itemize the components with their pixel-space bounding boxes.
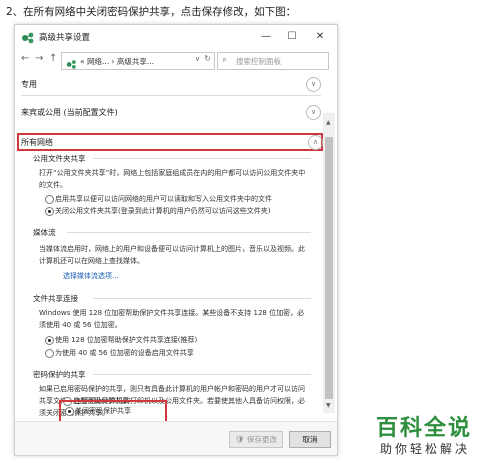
group-description: Windows 使用 128 位加密帮助保护文件共享连接。某些设备不支持 128… xyxy=(39,309,305,329)
option-label: 启用共享以便可以访问网络的用户可以读取和写入公用文件夹中的文件 xyxy=(55,195,272,203)
watermark-logo: 百科全说 助你轻松解决 xyxy=(376,410,494,464)
option-label: 关闭密码保护共享 xyxy=(75,407,131,415)
group-heading: 文件共享连接 xyxy=(33,294,78,303)
close-button[interactable]: ✕ xyxy=(309,29,331,45)
radio-40-56bit[interactable] xyxy=(45,349,54,358)
network-icon xyxy=(66,55,77,74)
group-description: 当媒体流启用时，网络上的用户和设备便可以访问计算机上的图片，音乐以及视频。此计算… xyxy=(39,245,305,265)
divider xyxy=(93,298,311,299)
group-heading: 媒体流 xyxy=(33,228,56,237)
maximize-button[interactable]: ☐ xyxy=(281,29,303,45)
section-all-networks[interactable]: 所有网络 ∧ xyxy=(17,133,323,151)
scroll-up-icon[interactable]: ▲ xyxy=(326,119,331,126)
section-label: 专用 xyxy=(21,80,37,89)
address-bar[interactable]: « 网络... › 高级共享... ∨ ↻ xyxy=(61,52,215,70)
breadcrumb[interactable]: « 网络... › 高级共享... xyxy=(80,56,154,67)
title-bar: 高级共享设置 — ☐ ✕ xyxy=(15,25,337,49)
scrollbar-thumb[interactable] xyxy=(325,137,333,399)
section-label: 来宾或公用 (当前配置文件) xyxy=(21,108,118,117)
vertical-scrollbar[interactable]: ▲ ▼ xyxy=(323,113,335,413)
section-label: 所有网络 xyxy=(21,138,53,147)
scroll-down-icon[interactable]: ▼ xyxy=(326,402,331,409)
radio-public-disable[interactable] xyxy=(45,207,54,216)
option-label: 关闭公用文件夹共享(登录到此计算机的用户仍然可以访问这些文件夹) xyxy=(55,207,271,215)
settings-content: 专用 ∨ 来宾或公用 (当前配置文件) ∨ 所有网络 ∧ 公用文件夹共享 打开“… xyxy=(15,73,337,417)
address-row: ← → ↑ « 网络... › 高级共享... ∨ ↻ ⌕ 搜索控制面板 xyxy=(15,50,337,72)
dialog-footer: 🛡 保存更改 取消 xyxy=(15,421,337,455)
chevron-down-icon[interactable]: ∨ xyxy=(306,77,321,92)
chevron-down-icon[interactable]: ∨ xyxy=(195,55,200,63)
chevron-up-icon[interactable]: ∧ xyxy=(308,135,323,150)
cancel-button[interactable]: 取消 xyxy=(289,431,331,448)
section-private[interactable]: 专用 ∨ xyxy=(17,75,321,93)
section-guest-public[interactable]: 来宾或公用 (当前配置文件) ∨ xyxy=(17,103,321,121)
watermark-title: 百科全说 xyxy=(376,416,473,441)
search-box[interactable]: ⌕ 搜索控制面板 xyxy=(217,52,329,70)
group-description: 打开“公用文件夹共享”时，网络上包括家庭组成员在内的用户都可以访问公用文件夹中的… xyxy=(39,169,306,189)
network-icon xyxy=(21,30,35,44)
radio-128bit[interactable] xyxy=(45,336,54,345)
shield-icon: 🛡 xyxy=(235,435,245,444)
media-streaming-options-link[interactable]: 选择媒体流选项... xyxy=(63,271,119,281)
minimize-button[interactable]: — xyxy=(255,29,277,45)
watermark-subtitle: 助你轻松解决 xyxy=(380,442,471,456)
save-changes-button[interactable]: 🛡 保存更改 xyxy=(229,431,283,448)
divider xyxy=(93,158,311,159)
option-label: 为使用 40 或 56 位加密的设备启用文件共享 xyxy=(55,349,194,357)
save-label: 保存更改 xyxy=(246,435,277,444)
chevron-down-icon[interactable]: ∨ xyxy=(306,105,321,120)
option-label: 使用 128 位加密帮助保护文件共享连接(推荐) xyxy=(55,336,198,344)
divider xyxy=(93,374,311,375)
divider xyxy=(21,95,321,96)
search-icon: ⌕ xyxy=(222,55,228,65)
group-heading: 公用文件夹共享 xyxy=(33,154,86,163)
refresh-icon[interactable]: ↻ xyxy=(204,54,211,63)
window-title: 高级共享设置 xyxy=(39,33,91,43)
radio-password-disable[interactable] xyxy=(65,407,74,416)
instruction-caption: 2、在所有网络中关闭密码保护共享，点击保存修改，如下图： xyxy=(6,6,297,18)
radio-public-enable[interactable] xyxy=(45,195,54,204)
divider xyxy=(67,232,311,233)
search-input[interactable]: 搜索控制面板 xyxy=(236,56,281,67)
advanced-sharing-window: 高级共享设置 — ☐ ✕ ← → ↑ « 网络... › 高级共享... ∨ ↻… xyxy=(14,24,338,456)
back-arrow-icon[interactable]: ← xyxy=(21,53,29,64)
group-heading: 密码保护的共享 xyxy=(33,370,86,379)
up-arrow-icon[interactable]: ↑ xyxy=(49,53,57,64)
forward-arrow-icon[interactable]: → xyxy=(35,53,43,64)
